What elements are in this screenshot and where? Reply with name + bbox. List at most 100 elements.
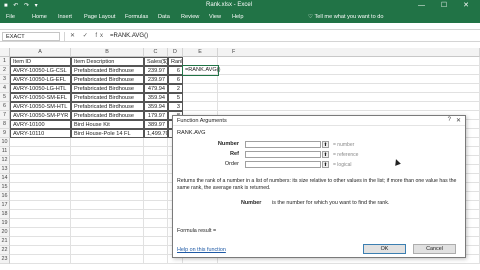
row-header[interactable]: 12 [0, 156, 10, 165]
grid-cell[interactable] [144, 138, 168, 147]
column-title[interactable]: Rank [168, 57, 183, 66]
quick-access-toolbar[interactable]: ■ ↶ ↷ ▾ [4, 2, 40, 9]
tab-formulas[interactable]: Formulas [125, 14, 148, 20]
range-picker-icon[interactable]: ⬆ [322, 161, 329, 168]
table-cell[interactable]: 359.94 [144, 102, 168, 111]
tab-page-layout[interactable]: Page Layout [84, 14, 115, 20]
grid-cell[interactable] [10, 237, 71, 246]
table-cell[interactable]: Prefabricated Birdhouse [71, 111, 144, 120]
grid-cell[interactable] [144, 192, 168, 201]
grid-cell[interactable] [183, 75, 218, 84]
grid-cell[interactable] [71, 192, 144, 201]
grid-cell[interactable] [71, 138, 144, 147]
row-header[interactable]: 20 [0, 228, 10, 237]
grid-cell[interactable] [71, 201, 144, 210]
grid-cell[interactable] [144, 255, 168, 264]
table-cell[interactable]: AVRY-10050-LG-CSL [10, 66, 71, 75]
table-cell[interactable]: 359.94 [144, 93, 168, 102]
column-title[interactable]: Item Description [71, 57, 144, 66]
row-header[interactable]: 16 [0, 192, 10, 201]
table-cell[interactable]: AVRY-10110 [10, 129, 71, 138]
table-cell[interactable]: Prefabricated Birdhouse [71, 84, 144, 93]
table-cell[interactable]: AVRY-10100 [10, 120, 71, 129]
table-cell[interactable]: AVRY-10050-SM-PYR [10, 111, 71, 120]
grid-cell[interactable] [71, 147, 144, 156]
row-header[interactable]: 2 [0, 66, 10, 75]
grid-cell[interactable] [183, 102, 218, 111]
grid-cell[interactable] [10, 219, 71, 228]
table-cell[interactable]: 2 [168, 84, 183, 93]
grid-cell[interactable] [144, 237, 168, 246]
table-cell[interactable]: Bird House-Pole 14 FL [71, 129, 144, 138]
column-header-c[interactable]: C [144, 48, 168, 57]
column-title[interactable]: Sales($) [144, 57, 168, 66]
table-cell[interactable]: AVRY-10050-SM-EFL [10, 93, 71, 102]
row-header[interactable]: 8 [0, 120, 10, 129]
row-header[interactable]: 18 [0, 210, 10, 219]
row-header[interactable]: 17 [0, 201, 10, 210]
number-field[interactable] [245, 141, 321, 148]
row-header[interactable]: 3 [0, 75, 10, 84]
grid-cell[interactable] [10, 165, 71, 174]
grid-cell[interactable] [10, 147, 71, 156]
table-cell[interactable]: Bird House Kit [71, 120, 144, 129]
table-cell[interactable]: 3 [168, 102, 183, 111]
row-header[interactable]: 15 [0, 183, 10, 192]
column-title[interactable]: Item ID [10, 57, 71, 66]
grid-cell[interactable] [183, 84, 218, 93]
grid-cell[interactable] [10, 255, 71, 264]
tab-data[interactable]: Data [158, 14, 170, 20]
row-header[interactable]: 10 [0, 138, 10, 147]
column-header-e[interactable]: E [183, 48, 218, 57]
grid-cell[interactable] [144, 210, 168, 219]
grid-cell[interactable] [218, 102, 480, 111]
grid-cell[interactable] [71, 174, 144, 183]
row-header[interactable]: 11 [0, 147, 10, 156]
column-header-b[interactable]: B [71, 48, 144, 57]
fx-icon[interactable]: ✕ ✓ fx [70, 32, 106, 39]
grid-cell[interactable] [10, 228, 71, 237]
grid-cell[interactable] [71, 219, 144, 228]
table-cell[interactable]: AVRY-10050-LG-EFL [10, 75, 71, 84]
grid-cell[interactable] [10, 174, 71, 183]
grid-cell[interactable] [218, 93, 480, 102]
grid-cell[interactable] [10, 201, 71, 210]
table-cell[interactable]: 179.97 [144, 111, 168, 120]
grid-cell[interactable] [71, 183, 144, 192]
range-picker-icon[interactable]: ⬆ [322, 141, 329, 148]
row-header[interactable]: 21 [0, 237, 10, 246]
column-header-a[interactable]: A [10, 48, 71, 57]
help-link[interactable]: Help on this function [177, 247, 226, 253]
grid-cell[interactable] [10, 210, 71, 219]
grid-cell[interactable] [10, 192, 71, 201]
grid-cell[interactable] [71, 165, 144, 174]
grid-cell[interactable] [144, 183, 168, 192]
grid-cell[interactable] [144, 156, 168, 165]
grid-cell[interactable] [10, 183, 71, 192]
grid-cell[interactable] [144, 165, 168, 174]
table-cell[interactable]: AVRY-10050-SM-HTL [10, 102, 71, 111]
table-cell[interactable]: 389.97 [144, 120, 168, 129]
active-cell[interactable]: =RANK.AVG() [182, 65, 221, 76]
table-cell[interactable]: AVRY-10050-LG-HTL [10, 84, 71, 93]
tab-help[interactable]: Help [232, 14, 244, 20]
row-header[interactable]: 22 [0, 246, 10, 255]
grid-cell[interactable] [71, 255, 144, 264]
name-box[interactable]: EXACT [2, 32, 60, 41]
ok-button[interactable]: OK [363, 244, 406, 254]
table-cell[interactable]: 239.97 [144, 75, 168, 84]
tab-file[interactable]: File [6, 14, 15, 20]
grid-cell[interactable] [183, 93, 218, 102]
grid-cell[interactable] [71, 228, 144, 237]
grid-cell[interactable] [71, 237, 144, 246]
grid-cell[interactable] [144, 147, 168, 156]
select-all-corner[interactable] [0, 48, 10, 57]
formula-input[interactable]: =RANK.AVG() [110, 33, 148, 39]
grid-cell[interactable] [10, 246, 71, 255]
grid-cell[interactable] [144, 219, 168, 228]
table-cell[interactable]: 1,499.70 [144, 129, 168, 138]
window-controls[interactable]: — ☐ ✕ [418, 1, 476, 9]
row-header[interactable]: 1 [0, 57, 10, 66]
tab-insert[interactable]: Insert [58, 14, 72, 20]
column-header-d[interactable]: D [168, 48, 183, 57]
